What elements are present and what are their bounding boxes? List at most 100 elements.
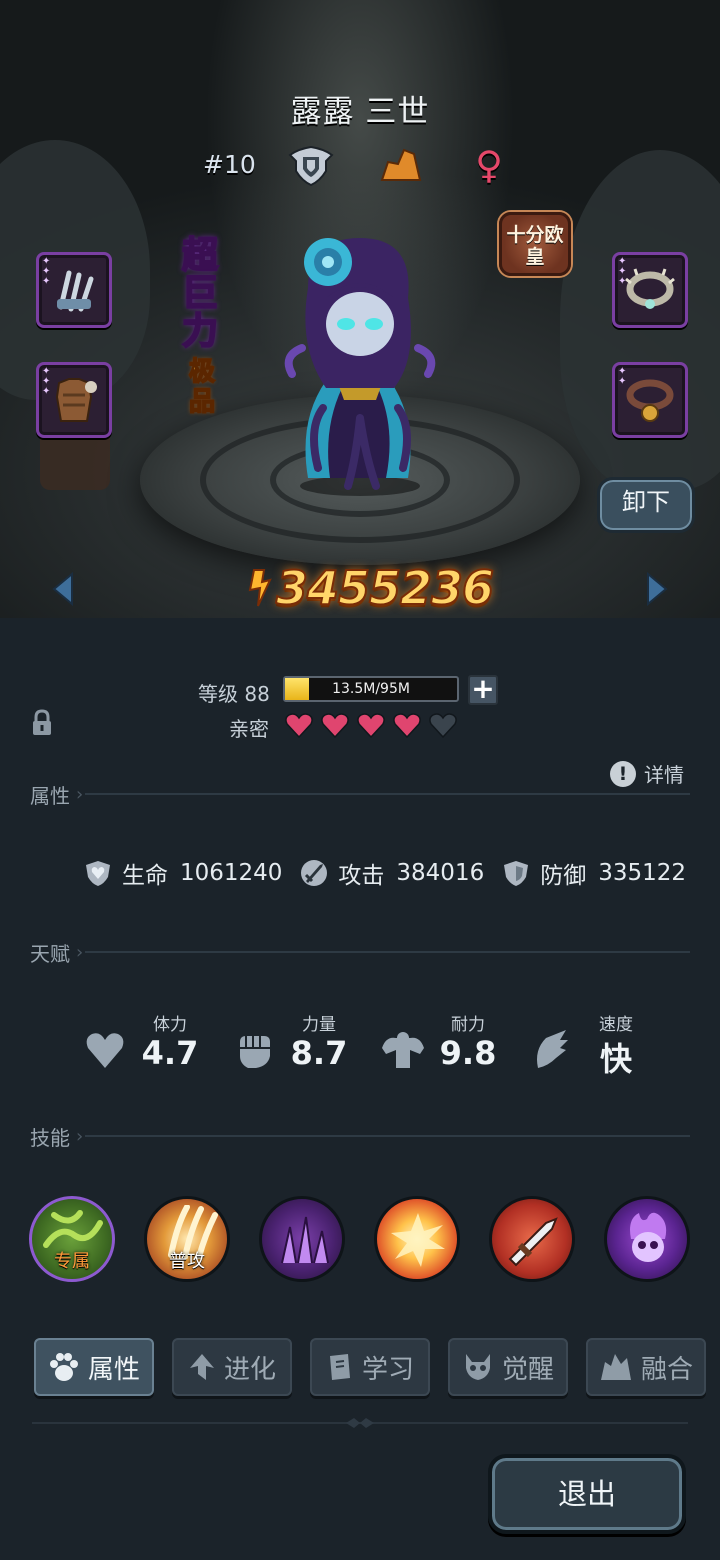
hero-scene: 露露 三世 #10 ♀ ✦ ✦ ✦ ✦ ✦ ✦ ✦ ✦ ✦ ✦ ✦ 超巨力 极品… (0, 0, 720, 618)
skill-label: 普攻 (169, 1251, 205, 1272)
fist-icon (234, 1030, 276, 1074)
next-hero-arrow-icon[interactable] (644, 572, 670, 606)
intimacy-hearts (284, 712, 458, 738)
stat-name: 防御 (540, 863, 587, 889)
stat-hp: 生命 1061240 (84, 856, 282, 890)
stats-row: 生命 1061240 攻击 384016 防御 335122 (84, 856, 704, 890)
tab-label: 进化 (223, 1354, 276, 1385)
tab-fusion[interactable]: 融合 (586, 1338, 706, 1396)
xp-progress-text: 13.5M/95M (332, 681, 410, 697)
skill-explosion[interactable] (374, 1196, 460, 1282)
hero-rank: #10 (203, 150, 256, 179)
talent-name: 速度 (599, 1015, 633, 1035)
female-gender-icon: ♀ (475, 143, 503, 187)
hero-character[interactable] (268, 228, 448, 498)
skull-flame-skill-icon (630, 1212, 667, 1262)
leather-armor-icon (55, 378, 97, 422)
skill-skull-flame[interactable] (604, 1196, 690, 1282)
demon-icon (465, 1354, 490, 1380)
talent-name: 力量 (302, 1015, 336, 1035)
divider (85, 951, 690, 953)
luck-badge[interactable]: 十分欧皇 (499, 212, 571, 276)
tab-learn[interactable]: 学习 (310, 1338, 430, 1396)
equip-slot-armor[interactable]: ✦ ✦ ✦ (36, 362, 112, 438)
heart-filled-icon (393, 713, 421, 738)
tab-label: 觉醒 (501, 1354, 554, 1385)
arrow-up-icon (189, 1354, 214, 1380)
muscle-icon (380, 1030, 426, 1074)
skill-exclusive[interactable]: 专属 (29, 1196, 115, 1282)
heart-empty-icon (429, 713, 457, 738)
section-title: 技能 (30, 1125, 70, 1150)
fusion-icon (600, 1354, 631, 1380)
exit-button[interactable]: 退出 (488, 1454, 686, 1534)
chevron-right-icon: › (76, 941, 84, 963)
tab-evolve[interactable]: 进化 (172, 1338, 292, 1396)
talent-value: 快 (599, 1040, 632, 1078)
stat-name: 生命 (122, 863, 168, 889)
add-xp-button[interactable]: + (468, 675, 498, 705)
terrain-rock-icon[interactable] (380, 146, 422, 182)
claw-weapon-icon (57, 270, 94, 312)
intimacy-label: 亲密 (229, 717, 269, 741)
equip-slot-accessory[interactable]: ✦ ✦ (612, 362, 688, 438)
explosion-skill-icon (391, 1213, 445, 1267)
shield-icon (504, 861, 529, 886)
section-title: 属性 (30, 783, 70, 808)
chevron-right-icon: › (76, 1125, 84, 1147)
level-label: 等级 88 (198, 682, 270, 706)
tab-label: 属性 (87, 1354, 140, 1385)
heart-filled-icon (285, 713, 313, 738)
paw-icon (49, 1353, 78, 1381)
equip-slot-weapon[interactable]: ✦ ✦ ✦ (36, 252, 112, 328)
stat-attack: 攻击 384016 (300, 856, 484, 890)
tab-label: 学习 (361, 1354, 414, 1385)
unequip-button[interactable]: 卸下 (597, 477, 695, 533)
combat-power-value: 3455236 (275, 560, 495, 616)
divider (85, 1135, 690, 1137)
talent-value: 9.8 (439, 1034, 497, 1072)
lock-icon[interactable] (31, 709, 53, 737)
talent-name: 耐力 (451, 1015, 485, 1035)
trait-tag-super-strength[interactable]: 超巨力 (178, 236, 222, 357)
spiked-collar-icon (625, 268, 675, 309)
equip-slot-necklace[interactable]: ✦ ✦ ✦ (612, 252, 688, 328)
section-attributes: 属性 › (30, 781, 690, 808)
combat-power: 3455236 (242, 558, 495, 618)
shadow-spike-skill-icon (281, 1216, 329, 1264)
stat-defense: 防御 335122 (502, 856, 686, 890)
bell-collar-icon (626, 379, 674, 422)
book-icon (329, 1354, 350, 1380)
heart-icon (84, 1030, 126, 1074)
quality-tag[interactable]: 极品 (184, 356, 220, 423)
talent-name: 体力 (153, 1015, 187, 1035)
divider-ornament-icon (346, 1418, 374, 1428)
talent-value: 4.7 (141, 1034, 199, 1072)
tab-awaken[interactable]: 觉醒 (448, 1338, 568, 1396)
heart-filled-icon (321, 713, 349, 738)
skill-shadow-spikes[interactable] (259, 1196, 345, 1282)
skill-label: 专属 (54, 1251, 90, 1272)
skill-sword-strike[interactable] (489, 1196, 575, 1282)
skill-basic-attack[interactable]: 普攻 (144, 1196, 230, 1282)
section-title: 天赋 (30, 941, 70, 966)
wing-icon (532, 1028, 572, 1074)
hero-name: 露露 三世 (290, 94, 430, 130)
tab-attributes[interactable]: 属性 (34, 1338, 154, 1396)
shield-heart-icon (86, 861, 110, 886)
tab-label: 融合 (640, 1354, 693, 1385)
section-skills: 技能 › (30, 1123, 690, 1150)
sword-icon (301, 860, 328, 886)
stat-name: 攻击 (338, 863, 385, 889)
section-talents: 天赋 › (30, 939, 690, 966)
defender-class-icon[interactable] (286, 143, 336, 187)
power-fist-icon (248, 569, 272, 607)
heart-filled-icon (357, 713, 385, 738)
xp-progress-bar: 13.5M/95M (283, 676, 459, 702)
stat-value: 1061240 (179, 860, 283, 886)
prev-hero-arrow-icon[interactable] (50, 572, 76, 606)
stat-value: 335122 (598, 860, 687, 886)
chevron-right-icon: › (76, 783, 84, 805)
sword-skill-icon (508, 1217, 558, 1267)
stat-value: 384016 (396, 860, 485, 886)
